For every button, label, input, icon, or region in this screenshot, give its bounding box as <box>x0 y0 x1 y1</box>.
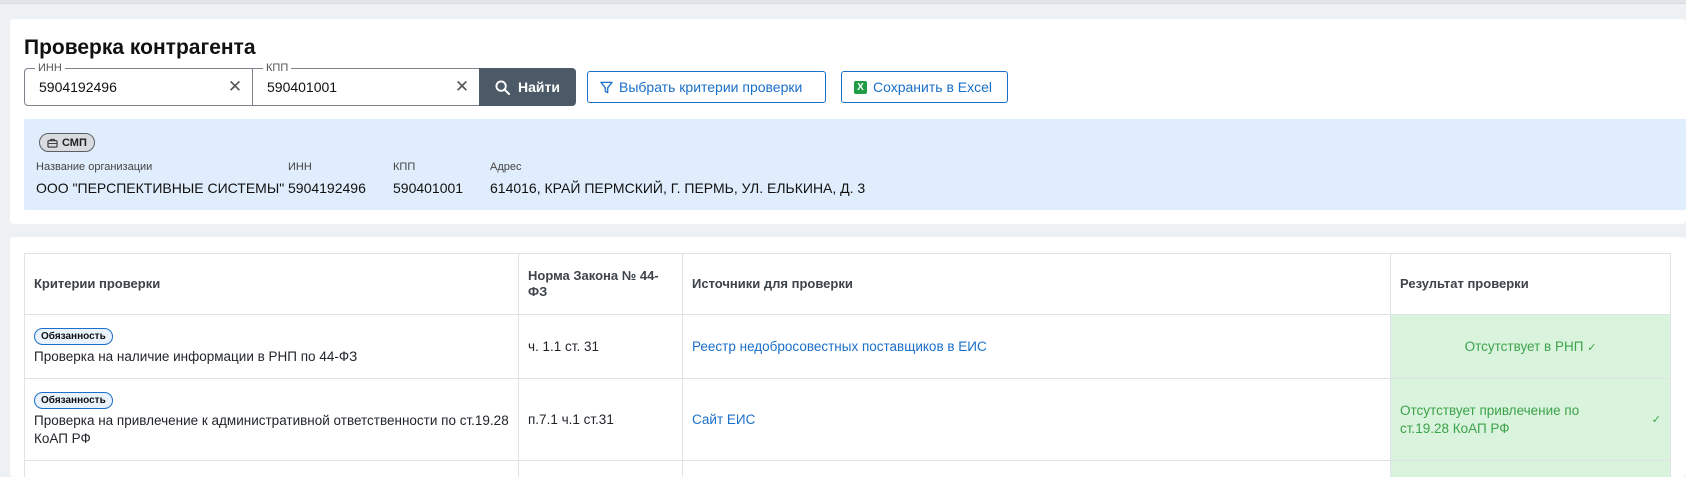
save-excel-label: Сохранить в Excel <box>873 79 993 95</box>
org-address-block: Адрес 614016, КРАЙ ПЕРМСКИЙ, Г. ПЕРМЬ, У… <box>490 161 865 196</box>
find-button[interactable]: Найти <box>479 68 576 106</box>
result-cell: Отсутствует привлечение по ст.19.28 КоАП… <box>1390 378 1671 461</box>
organization-info-panel: СМП Название организации ООО "ПЕРСПЕКТИВ… <box>24 119 1686 210</box>
search-card: Проверка контрагента ИНН ✕ КПП ✕ Найти В… <box>10 19 1686 224</box>
table-header-row: Критерии проверки Норма Закона № 44-ФЗ И… <box>24 253 1671 315</box>
select-criteria-button[interactable]: Выбрать критерии проверки <box>587 71 826 103</box>
criterion-text: Проверка на наличие информации в РНП по … <box>34 349 358 364</box>
result-text: Отсутствует в РНП <box>1464 339 1584 354</box>
close-icon[interactable]: ✕ <box>226 78 244 96</box>
org-inn-block: ИНН 5904192496 <box>288 161 366 196</box>
source-link[interactable]: Реестр недобросовестных поставщиков в ЕИ… <box>692 339 987 354</box>
table-row: Обязанность Проверка на наличие информац… <box>24 314 1671 379</box>
kpp-field[interactable]: КПП ✕ <box>252 61 480 106</box>
source-cell: Реестр недобросовестных поставщиков в ЕИ… <box>682 314 1391 379</box>
inn-input[interactable] <box>39 69 219 105</box>
column-header-result: Результат проверки <box>1390 253 1671 315</box>
org-inn-value: 5904192496 <box>288 180 366 196</box>
table-row <box>24 460 1671 477</box>
briefcase-icon <box>47 138 58 148</box>
result-text: Отсутствует привлечение по ст.19.28 КоАП… <box>1400 402 1580 436</box>
top-bar <box>0 0 1686 4</box>
duty-badge: Обязанность <box>34 328 113 345</box>
save-excel-button[interactable]: X Сохранить в Excel <box>841 71 1008 103</box>
norm-cell: п.7.1 ч.1 ст.31 <box>518 378 683 461</box>
check-icon: ✓ <box>1587 342 1597 354</box>
excel-icon: X <box>854 80 867 94</box>
source-link[interactable]: Сайт ЕИС <box>692 412 755 427</box>
inn-field[interactable]: ИНН ✕ <box>24 61 253 106</box>
results-card: Критерии проверки Норма Закона № 44-ФЗ И… <box>10 237 1686 477</box>
find-button-label: Найти <box>518 79 560 95</box>
check-results-table: Критерии проверки Норма Закона № 44-ФЗ И… <box>24 253 1671 477</box>
kpp-input[interactable] <box>267 69 447 105</box>
source-cell: Сайт ЕИС <box>682 378 1391 461</box>
duty-badge: Обязанность <box>34 392 113 409</box>
column-header-sources: Источники для проверки <box>682 253 1391 315</box>
criterion-cell: Обязанность Проверка на привлечение к ад… <box>24 378 519 461</box>
table-row: Обязанность Проверка на привлечение к ад… <box>24 378 1671 461</box>
smp-badge: СМП <box>39 133 95 152</box>
page-title: Проверка контрагента <box>24 36 256 59</box>
org-name-block: Название организации ООО "ПЕРСПЕКТИВНЫЕ … <box>36 161 284 196</box>
result-cell: Отсутствует в РНП ✓ <box>1390 314 1671 379</box>
filter-icon <box>600 81 613 93</box>
org-name-label: Название организации <box>36 161 153 173</box>
org-address-value: 614016, КРАЙ ПЕРМСКИЙ, Г. ПЕРМЬ, УЛ. ЕЛЬ… <box>490 180 866 196</box>
column-header-criteria: Критерии проверки <box>24 253 519 315</box>
org-inn-label: ИНН <box>288 161 312 173</box>
org-kpp-label: КПП <box>393 161 416 173</box>
select-criteria-label: Выбрать критерии проверки <box>619 79 803 95</box>
norm-cell: ч. 1.1 ст. 31 <box>518 314 683 379</box>
search-icon <box>495 79 511 95</box>
close-icon[interactable]: ✕ <box>453 78 471 96</box>
org-kpp-block: КПП 590401001 <box>393 161 463 196</box>
check-icon: ✓ <box>1651 413 1661 426</box>
org-address-label: Адрес <box>490 161 522 173</box>
criterion-text: Проверка на привлечение к административн… <box>34 413 509 446</box>
org-kpp-value: 590401001 <box>393 180 464 196</box>
column-header-norm: Норма Закона № 44-ФЗ <box>518 253 683 315</box>
org-name-value: ООО "ПЕРСПЕКТИВНЫЕ СИСТЕМЫ" <box>36 180 285 196</box>
smp-badge-label: СМП <box>62 136 87 149</box>
criterion-cell: Обязанность Проверка на наличие информац… <box>24 314 519 379</box>
